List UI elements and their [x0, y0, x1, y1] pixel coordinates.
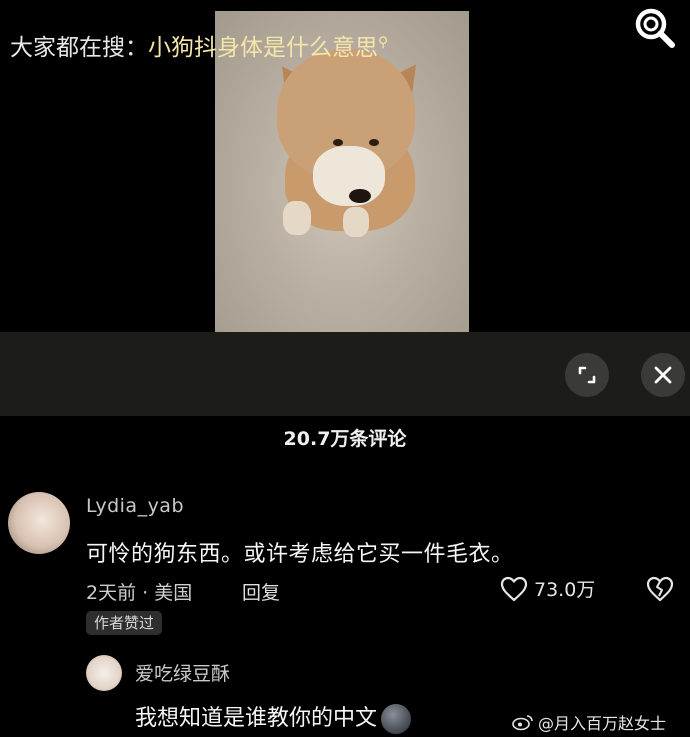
puppy-paw: [283, 201, 311, 235]
comment-username[interactable]: Lydia_yab: [86, 495, 184, 517]
close-icon: [654, 366, 672, 384]
search-suggestion-query[interactable]: 小狗抖身体是什么意思: [148, 35, 378, 61]
search-button[interactable]: [632, 5, 678, 51]
comment-username[interactable]: 爱吃绿豆酥: [135, 659, 230, 686]
puppy-eye: [333, 139, 343, 146]
close-button[interactable]: [641, 353, 685, 397]
like-button[interactable]: 73.0万: [500, 575, 595, 602]
avatar[interactable]: [86, 655, 122, 691]
author-liked-badge: 作者赞过: [86, 611, 163, 635]
broken-heart-icon: [646, 576, 674, 602]
comment-text: 我想知道是谁教你的中文: [135, 706, 378, 731]
avatar[interactable]: [8, 492, 70, 554]
like-count: 73.0万: [534, 579, 596, 601]
search-suggestion: 大家都在搜：小狗抖身体是什么意思⚲: [10, 28, 388, 62]
weibo-logo-icon: [512, 715, 533, 731]
puppy-nose: [349, 189, 371, 203]
watermark: @月入百万赵女士: [512, 710, 666, 734]
comment-meta: 2天前 · 美国: [86, 582, 193, 604]
dislike-button[interactable]: [646, 576, 674, 606]
puppy-paw: [343, 207, 369, 237]
search-icon: ⚲: [378, 34, 389, 51]
watermark-text: @月入百万赵女士: [538, 714, 667, 733]
expand-button[interactable]: [565, 353, 609, 397]
search-suggestion-prefix: 大家都在搜：: [10, 35, 148, 61]
comment-text: 可怜的狗东西。或许考虑给它买一件毛衣。: [86, 542, 514, 567]
search-icon: [635, 8, 675, 48]
comment-text-line: 我想知道是谁教你的中文: [135, 700, 412, 734]
reply-button[interactable]: 回复: [242, 578, 280, 605]
puppy-eye: [369, 139, 379, 146]
emoji-icon: [381, 704, 412, 734]
expand-icon: [578, 366, 596, 384]
comment-count: 20.7万条评论: [283, 428, 407, 450]
heart-icon: [500, 576, 528, 601]
